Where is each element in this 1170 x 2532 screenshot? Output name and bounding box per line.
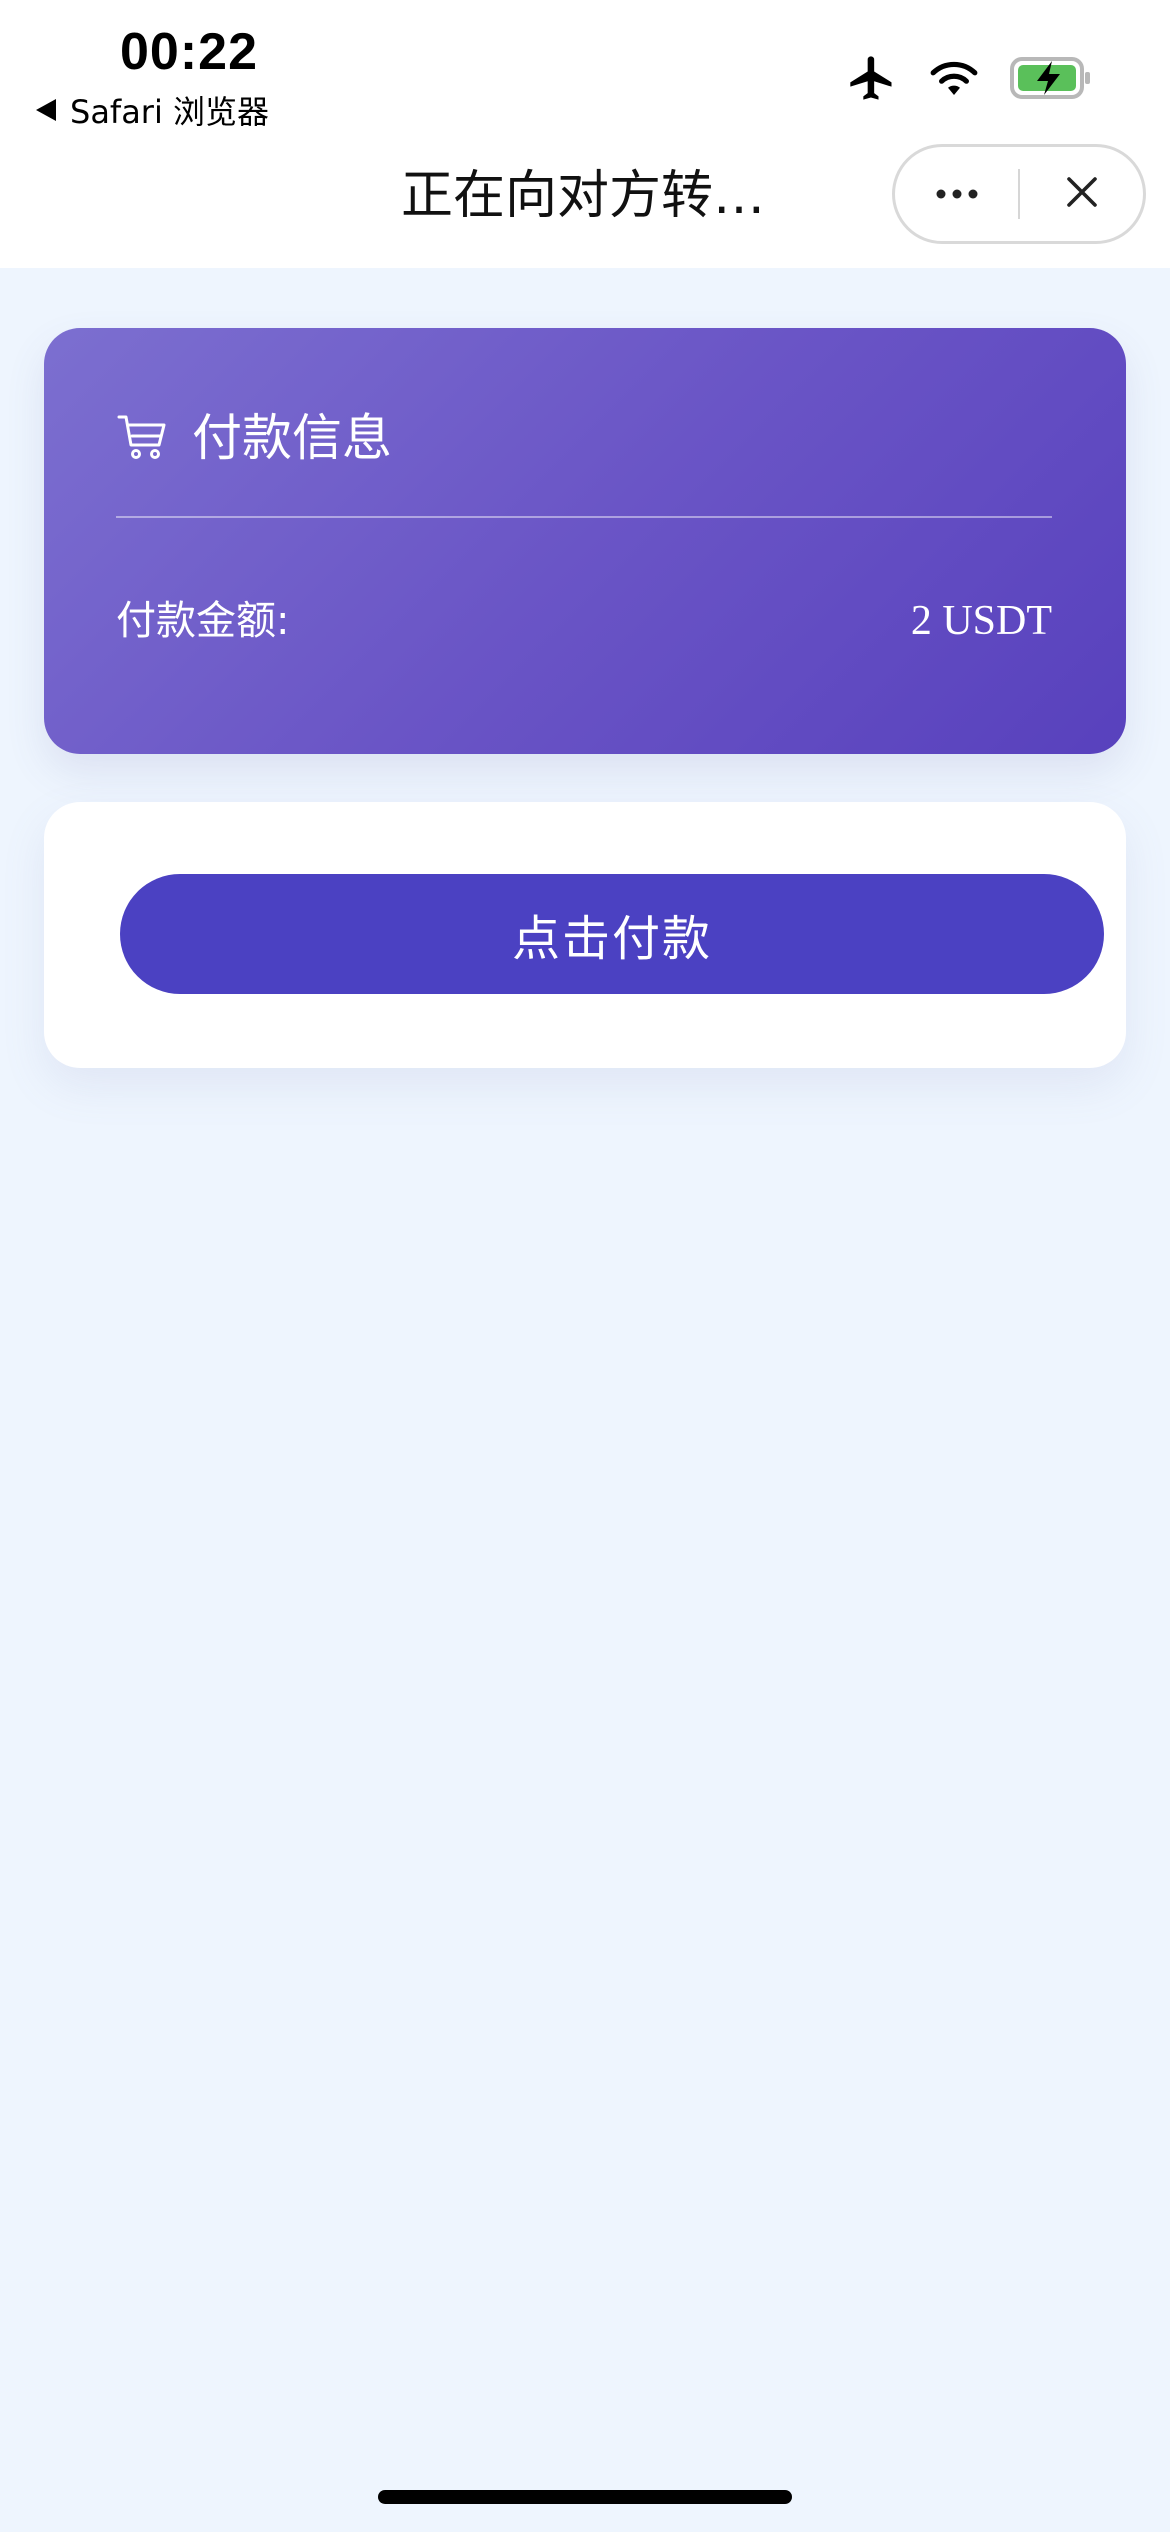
back-triangle-icon [36,99,56,121]
amount-value: 2 USDT [910,598,1052,644]
wifi-icon [928,58,980,98]
action-card: 点击付款 [44,802,1126,1068]
home-indicator[interactable] [378,2490,792,2504]
status-time: 00:22 [120,23,258,81]
back-app-label: Safari 浏览器 [70,93,270,131]
status-icons [846,52,1094,104]
payment-info-header: 付款信息 [116,408,392,468]
mini-program-capsule [892,144,1146,244]
more-menu-button[interactable] [895,147,1018,241]
close-button[interactable] [1020,147,1143,241]
pay-button[interactable]: 点击付款 [120,874,1104,994]
airplane-icon [846,52,898,104]
battery-charging-icon [1010,56,1094,100]
payment-info-card: 付款信息 付款金额: 2 USDT [44,328,1126,754]
cart-icon [116,409,170,467]
more-dots-icon [935,185,979,204]
back-to-app-link[interactable]: Safari 浏览器 [36,90,270,131]
top-bar: 00:22 Safari 浏览器 正在向对方转… [0,0,1170,268]
close-icon [1064,174,1100,214]
payment-info-title: 付款信息 [192,409,392,467]
divider [116,516,1052,518]
amount-label: 付款金额: [116,598,290,644]
